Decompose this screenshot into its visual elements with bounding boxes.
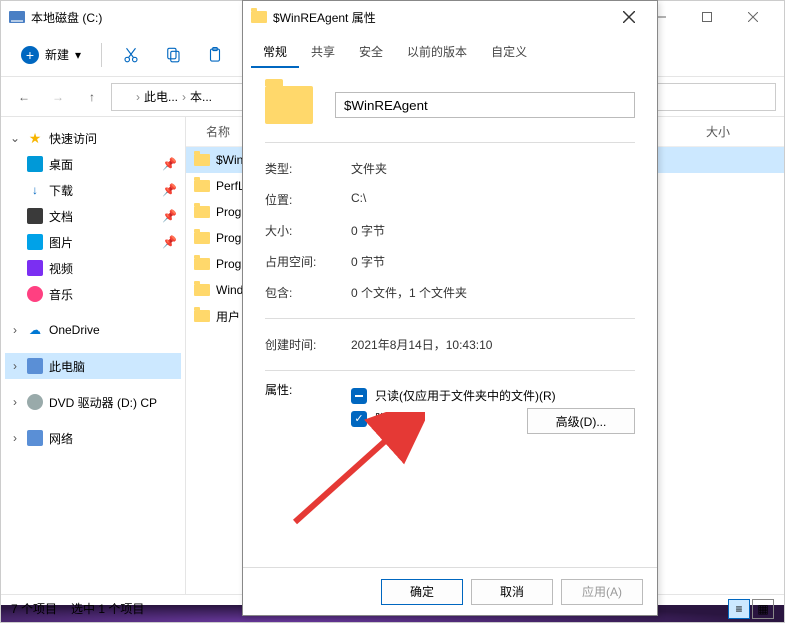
- cloud-icon: ☁: [27, 322, 43, 338]
- pc-icon: [27, 358, 43, 374]
- forward-button[interactable]: →: [43, 83, 73, 111]
- sidebar-item-pictures[interactable]: 图片📌: [5, 229, 181, 255]
- readonly-checkbox[interactable]: [351, 388, 367, 404]
- tab-general[interactable]: 常规: [251, 37, 299, 68]
- folder-icon: [194, 154, 210, 166]
- plus-icon: +: [21, 46, 39, 64]
- pin-icon: 📌: [162, 183, 177, 197]
- tab-share[interactable]: 共享: [299, 37, 347, 68]
- document-icon: [27, 208, 43, 224]
- apply-button[interactable]: 应用(A): [561, 579, 643, 605]
- sidebar-item-quick[interactable]: ⌄★快速访问: [5, 125, 181, 151]
- sidebar-item-documents[interactable]: 文档📌: [5, 203, 181, 229]
- readonly-label: 只读(仅应用于文件夹中的文件)(R): [375, 387, 556, 404]
- dialog-titlebar: $WinREAgent 属性: [243, 1, 657, 33]
- pin-icon: 📌: [162, 157, 177, 171]
- folder-icon: [194, 284, 210, 296]
- dialog-title: $WinREAgent 属性: [273, 9, 376, 26]
- created-label: 创建时间:: [265, 336, 351, 353]
- folder-icon: [194, 258, 210, 270]
- folder-icon: [265, 86, 313, 124]
- maximize-button[interactable]: [684, 2, 730, 32]
- sidebar-item-thispc[interactable]: ›此电脑: [5, 353, 181, 379]
- desktop-icon: [27, 156, 43, 172]
- new-label: 新建: [45, 46, 69, 63]
- tab-security[interactable]: 安全: [347, 37, 395, 68]
- contains-value: 0 个文件，1 个文件夹: [351, 284, 635, 301]
- pin-icon: 📌: [162, 235, 177, 249]
- pin-icon: 📌: [162, 209, 177, 223]
- location-label: 位置:: [265, 191, 351, 208]
- sidebar-item-music[interactable]: 音乐: [5, 281, 181, 307]
- up-button[interactable]: ↑: [77, 83, 107, 111]
- tab-custom[interactable]: 自定义: [479, 37, 539, 68]
- music-icon: [27, 286, 43, 302]
- folder-name-input[interactable]: [335, 92, 635, 118]
- view-details-button[interactable]: ≡: [728, 599, 750, 619]
- sidebar-item-onedrive[interactable]: ›☁OneDrive: [5, 317, 181, 343]
- star-icon: ★: [27, 130, 43, 146]
- dialog-buttons: 确定 取消 应用(A): [243, 567, 657, 615]
- copy-button[interactable]: [154, 39, 192, 71]
- folder-icon: [194, 180, 210, 192]
- created-value: 2021年8月14日，10:43:10: [351, 336, 635, 353]
- disk-value: 0 字节: [351, 253, 635, 270]
- crumb-seg[interactable]: 此电...: [144, 88, 178, 105]
- folder-icon: [194, 310, 210, 322]
- crumb-seg[interactable]: 本...: [190, 88, 212, 105]
- type-label: 类型:: [265, 160, 351, 177]
- sidebar-item-desktop[interactable]: 桌面📌: [5, 151, 181, 177]
- tabs: 常规 共享 安全 以前的版本 自定义: [243, 33, 657, 68]
- file-name: 用户: [216, 308, 240, 325]
- hidden-checkbox[interactable]: ✓: [351, 411, 367, 427]
- sidebar-item-network[interactable]: ›网络: [5, 425, 181, 451]
- chevron-down-icon: ▾: [75, 48, 81, 62]
- properties-dialog: $WinREAgent 属性 常规 共享 安全 以前的版本 自定义 类型:文件夹…: [242, 0, 658, 616]
- drive-icon: [118, 92, 132, 102]
- download-icon: ↓: [27, 182, 43, 198]
- status-count: 7 个项目: [11, 600, 57, 617]
- advanced-button[interactable]: 高级(D)...: [527, 408, 635, 434]
- cut-button[interactable]: [112, 39, 150, 71]
- cancel-button[interactable]: 取消: [471, 579, 553, 605]
- col-size[interactable]: 大小: [706, 123, 766, 140]
- close-button[interactable]: [609, 3, 649, 31]
- size-label: 大小:: [265, 222, 351, 239]
- sidebar-item-dvd[interactable]: ›DVD 驱动器 (D:) CP: [5, 389, 181, 415]
- folder-icon: [194, 232, 210, 244]
- attr-label: 属性:: [265, 381, 351, 433]
- size-value: 0 字节: [351, 222, 635, 239]
- sidebar-item-videos[interactable]: 视频: [5, 255, 181, 281]
- hidden-label: 隐藏(H): [375, 410, 416, 427]
- type-value: 文件夹: [351, 160, 635, 177]
- network-icon: [27, 430, 43, 446]
- view-icons-button[interactable]: ▦: [752, 599, 774, 619]
- location-value: C:\: [351, 191, 635, 208]
- paste-button[interactable]: [196, 39, 234, 71]
- drive-icon: [9, 11, 25, 23]
- ok-button[interactable]: 确定: [381, 579, 463, 605]
- video-icon: [27, 260, 43, 276]
- disk-label: 占用空间:: [265, 253, 351, 270]
- new-button[interactable]: + 新建 ▾: [11, 42, 91, 68]
- disc-icon: [27, 394, 43, 410]
- status-selected: 选中 1 个项目: [71, 600, 144, 617]
- close-button[interactable]: [730, 2, 776, 32]
- sidebar-item-downloads[interactable]: ↓下载📌: [5, 177, 181, 203]
- sidebar: ⌄★快速访问 桌面📌 ↓下载📌 文档📌 图片📌 视频 音乐 ›☁OneDrive…: [1, 117, 186, 594]
- picture-icon: [27, 234, 43, 250]
- tab-previous[interactable]: 以前的版本: [395, 37, 479, 68]
- folder-icon: [251, 11, 267, 23]
- folder-icon: [194, 206, 210, 218]
- contains-label: 包含:: [265, 284, 351, 301]
- back-button[interactable]: ←: [9, 83, 39, 111]
